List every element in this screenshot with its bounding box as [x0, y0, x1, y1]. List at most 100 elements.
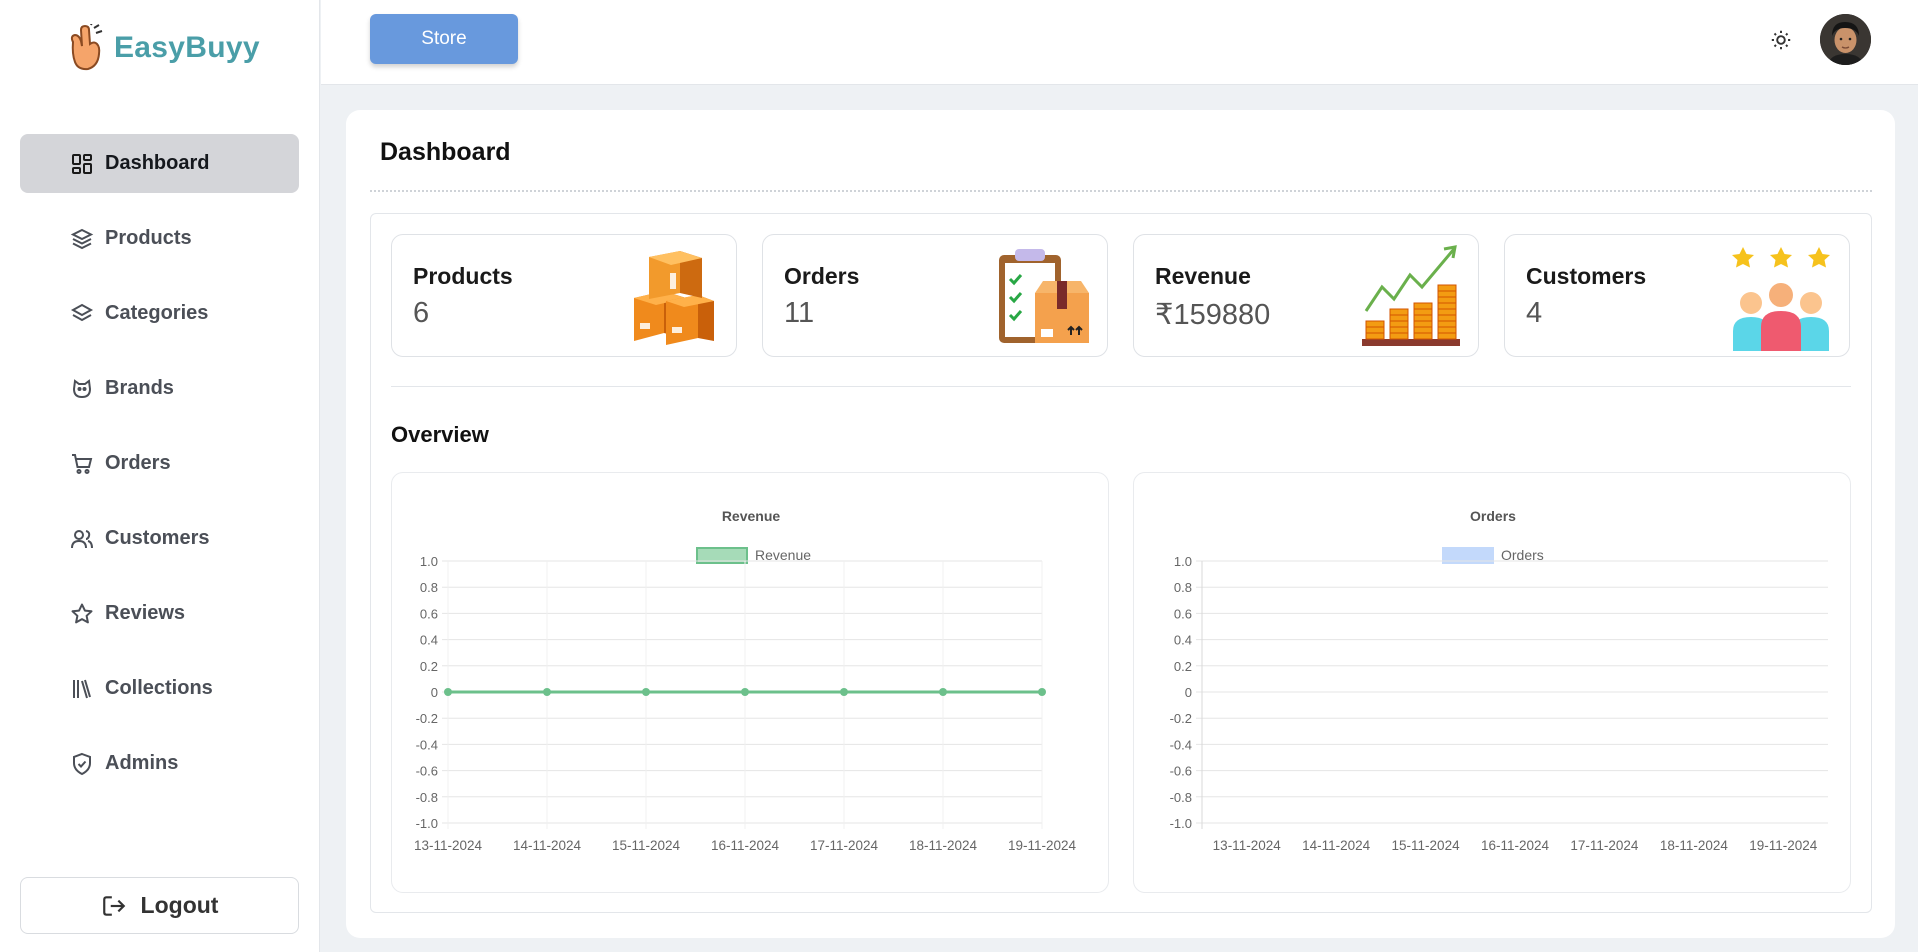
x-tick-label: 15-11-2024	[1392, 838, 1461, 853]
logout-icon	[102, 895, 125, 916]
data-point	[741, 688, 749, 696]
stat-value: 11	[784, 297, 815, 329]
sidebar-item-label: Orders	[105, 452, 171, 474]
y-tick-label: -0.6	[416, 764, 438, 779]
sidebar-item-customers[interactable]: Customers	[20, 509, 299, 568]
shield-icon	[73, 752, 91, 775]
y-tick-label: -0.2	[416, 711, 438, 726]
sidebar-item-dashboard[interactable]: Dashboard	[20, 134, 299, 193]
sidebar-item-products[interactable]: Products	[20, 209, 299, 268]
stat-value: 4	[1526, 297, 1543, 329]
y-tick-label: 0.4	[1174, 633, 1192, 648]
sidebar-item-label: Customers	[105, 527, 210, 549]
y-tick-label: 0.6	[1174, 606, 1192, 621]
stat-value: ₹159880	[1155, 299, 1271, 331]
y-tick-label: -0.4	[1170, 737, 1192, 752]
y-tick-label: 0.2	[420, 659, 438, 674]
x-tick-label: 18-11-2024	[1660, 838, 1729, 853]
badge-icon	[72, 378, 92, 398]
y-tick-label: -0.8	[1170, 790, 1192, 805]
x-tick-label: 19-11-2024	[1008, 838, 1077, 853]
customers-stars-icon	[1732, 247, 1830, 351]
y-tick-label: 0.8	[420, 580, 438, 595]
x-tick-label: 17-11-2024	[1570, 838, 1639, 853]
stat-title: Products	[413, 263, 513, 289]
y-tick-label: 1.0	[1174, 554, 1192, 569]
sidebar-item-brands[interactable]: Brands	[20, 359, 299, 418]
chart-title: Orders	[1470, 508, 1516, 524]
x-tick-label: 13-11-2024	[1213, 838, 1282, 853]
sidebar-item-orders[interactable]: Orders	[20, 434, 299, 493]
sidebar-item-collections[interactable]: Collections	[20, 659, 299, 718]
data-point	[543, 688, 551, 696]
sidebar-item-admins[interactable]: Admins	[20, 734, 299, 793]
stat-value: 6	[413, 297, 430, 329]
y-tick-label: 0.8	[1174, 580, 1192, 595]
x-tick-label: 14-11-2024	[1302, 838, 1371, 853]
x-tick-label: 13-11-2024	[414, 838, 483, 853]
overview-title: Overview	[391, 422, 489, 447]
dashboard-panel: Dashboard Products 6 Orders 11 Revenue ₹…	[346, 110, 1895, 938]
page-title: Dashboard	[380, 138, 511, 166]
chart-title: Revenue	[722, 508, 781, 524]
y-tick-label: -0.2	[1170, 711, 1192, 726]
y-tick-label: -1.0	[416, 816, 438, 831]
x-tick-label: 14-11-2024	[513, 838, 582, 853]
y-tick-label: 0	[1185, 685, 1192, 700]
cart-icon	[72, 453, 93, 474]
stat-title: Orders	[784, 263, 860, 289]
y-tick-label: 1.0	[420, 554, 438, 569]
y-tick-label: -0.6	[1170, 764, 1192, 779]
brand-logo[interactable]: EasyBuyy	[66, 24, 260, 72]
x-tick-label: 16-11-2024	[711, 838, 780, 853]
sidebar-item-label: Dashboard	[105, 152, 210, 174]
boxes-illustration-icon	[634, 251, 714, 345]
y-tick-label: 0	[431, 685, 438, 700]
x-tick-label: 18-11-2024	[909, 838, 978, 853]
data-point	[939, 688, 947, 696]
sidebar-item-label: Brands	[105, 377, 174, 399]
clipboard-package-icon	[999, 249, 1089, 343]
y-tick-label: -0.4	[416, 737, 438, 752]
stat-card-products[interactable]: Products 6	[391, 234, 737, 357]
avatar[interactable]	[1820, 14, 1871, 65]
logout-label: Logout	[140, 892, 219, 918]
data-point	[444, 688, 452, 696]
box-icon	[70, 228, 94, 249]
dashboard-icon	[72, 153, 92, 174]
x-tick-label: 15-11-2024	[612, 838, 681, 853]
sidebar-item-label: Reviews	[105, 602, 186, 624]
orders-chart-card: Orders Orders 1.0 0.8 0.6 0.4 0.2 0 -0.2 -0.4 -0.6…	[1133, 472, 1851, 893]
x-tick-label: 16-11-2024	[1481, 838, 1550, 853]
sidebar: EasyBuyy Dashboard Products Categories B…	[0, 0, 320, 952]
section-divider	[391, 386, 1851, 387]
top-bar: Store	[321, 0, 1918, 85]
stat-card-revenue[interactable]: Revenue ₹159880	[1133, 234, 1479, 357]
x-tick-label: 17-11-2024	[810, 838, 879, 853]
x-tick-label: 19-11-2024	[1749, 838, 1818, 853]
sidebar-nav: Dashboard Products Categories Brands Ord…	[20, 134, 299, 809]
stat-title: Customers	[1526, 263, 1647, 289]
user-avatar-image	[1820, 14, 1871, 65]
stat-card-customers[interactable]: Customers 4	[1504, 234, 1850, 357]
sidebar-item-reviews[interactable]: Reviews	[20, 584, 299, 643]
pointing-hand-icon	[70, 24, 103, 71]
sun-icon[interactable]	[1768, 27, 1794, 53]
dashboard-content: Products 6 Orders 11 Revenue ₹159880 Cus…	[370, 213, 1872, 913]
users-icon	[71, 529, 93, 548]
sidebar-item-label: Admins	[105, 752, 179, 774]
stat-title: Revenue	[1155, 263, 1251, 289]
data-point	[840, 688, 848, 696]
y-tick-label: 0.4	[420, 633, 438, 648]
title-divider	[370, 190, 1872, 192]
data-point	[642, 688, 650, 696]
store-button[interactable]: Store	[370, 14, 518, 64]
sidebar-item-categories[interactable]: Categories	[20, 284, 299, 343]
data-point	[1038, 688, 1046, 696]
library-icon	[73, 679, 91, 698]
stat-card-orders[interactable]: Orders 11	[762, 234, 1108, 357]
sidebar-item-label: Collections	[105, 677, 213, 699]
logout-button[interactable]: Logout	[20, 877, 299, 934]
revenue-chart-card: Revenue Revenue 1.0 0.8 0.6 0.4 0.2 0 -0.2 -0.4 -0…	[391, 472, 1109, 893]
y-tick-label: -0.8	[416, 790, 438, 805]
